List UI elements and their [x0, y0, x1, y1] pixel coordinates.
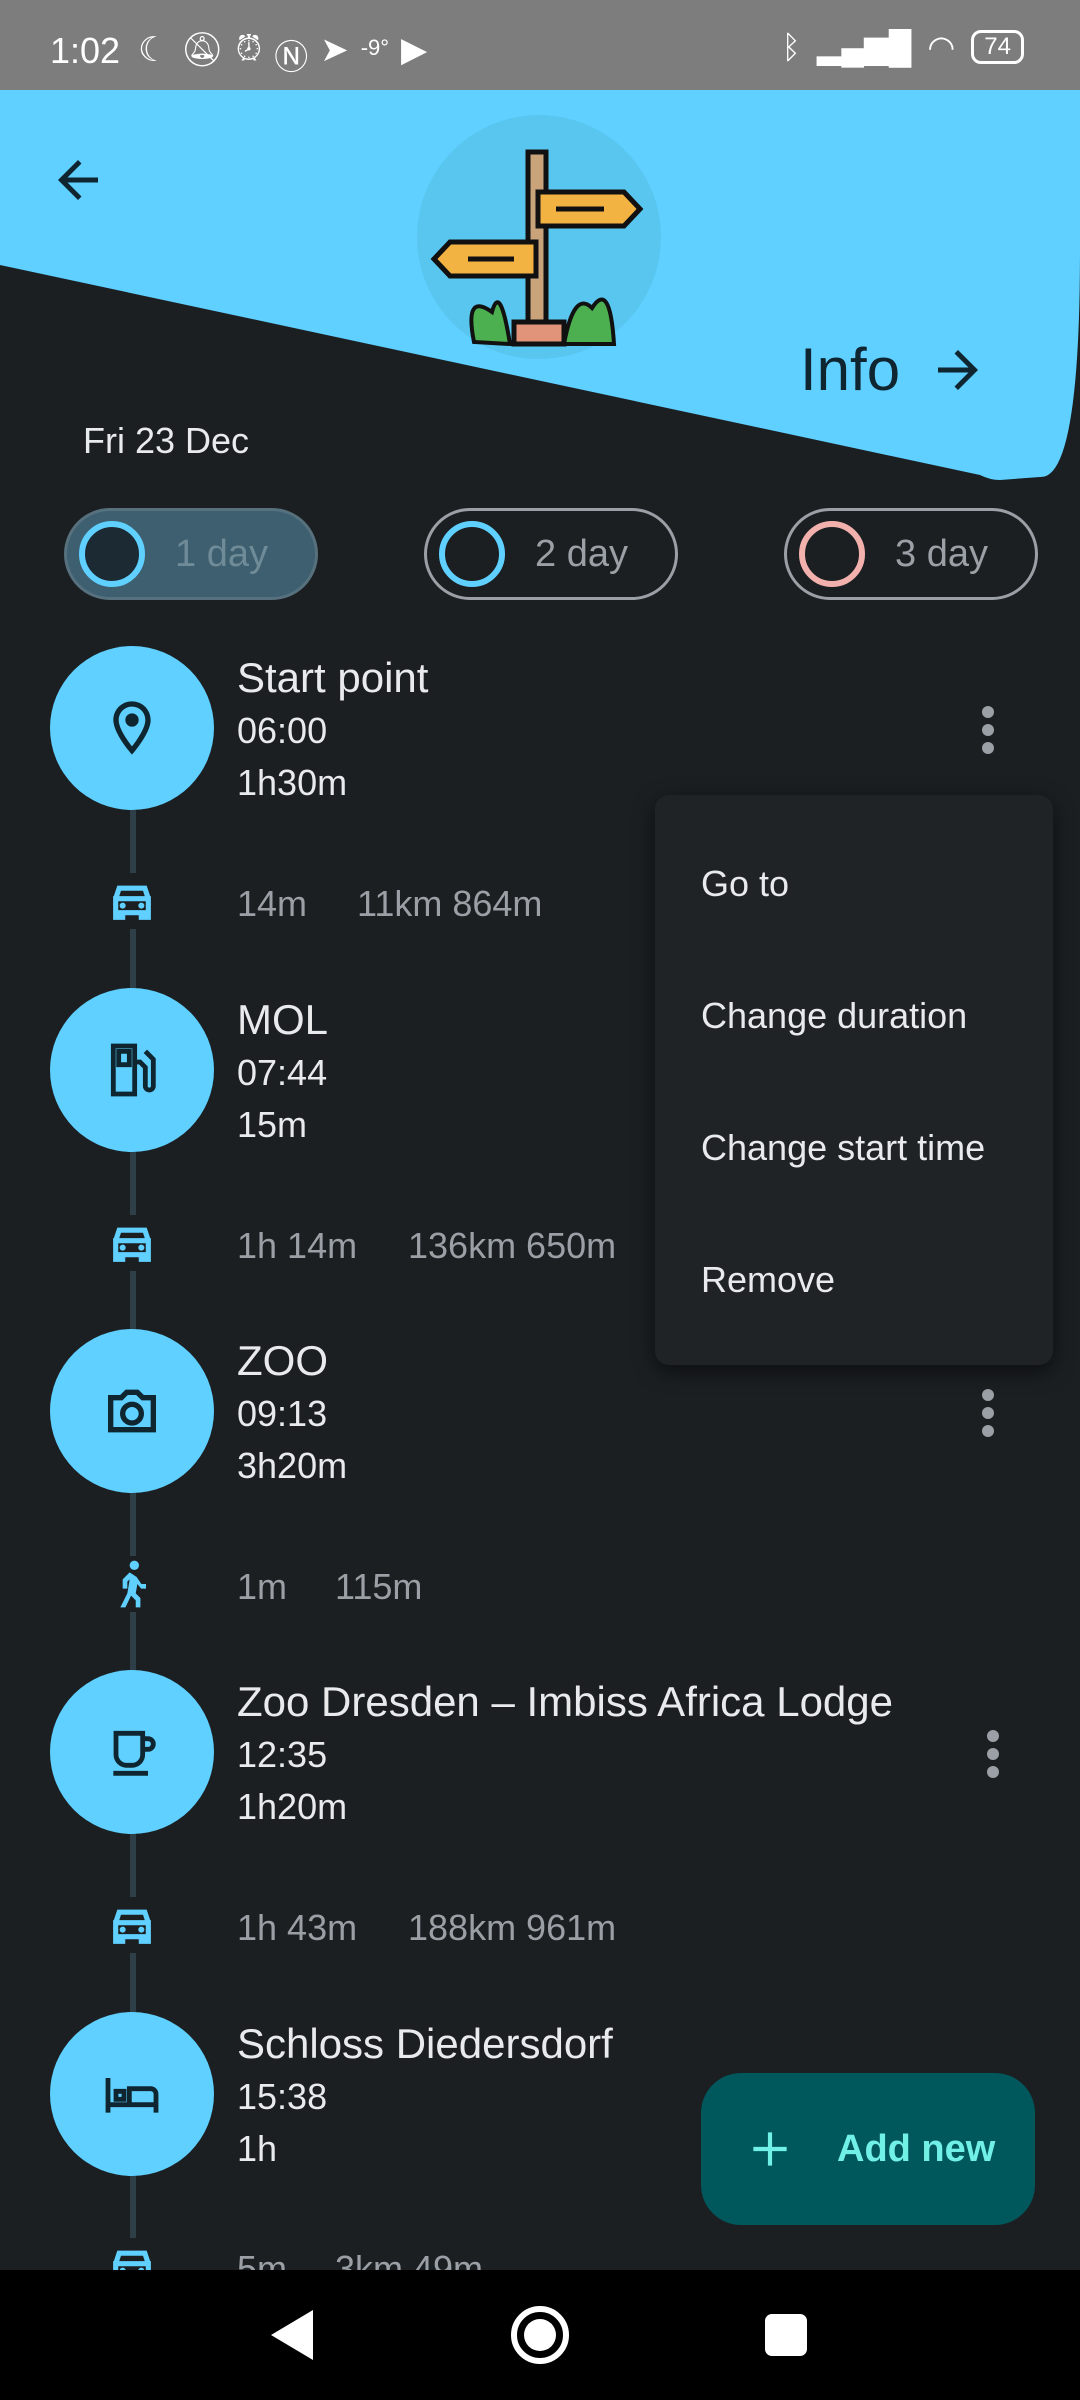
leg-duration: 5m [237, 2248, 288, 2270]
fuel-station-icon [110, 1043, 156, 1097]
square-recents-icon [765, 2314, 807, 2356]
stop-duration: 1h30m [237, 762, 348, 803]
stop-duration: 3h20m [237, 1445, 348, 1486]
camera-icon [108, 1389, 156, 1433]
travel-leg: 1m 115m [0, 1548, 1080, 1628]
leg-distance: 136km 650m [408, 1225, 617, 1266]
day-selector: 1 day 2 day 3 day [0, 508, 1080, 600]
day-ring-icon [439, 521, 505, 587]
stop-name: Schloss Diedersdorf [237, 2020, 613, 2067]
stop-name: ZOO [237, 1337, 328, 1384]
travel-leg: 1h 43m 188km 961m [0, 1889, 1080, 1969]
bluetooth-icon: ᛒ [781, 28, 801, 65]
status-right: ᛒ ▂▄▆█ ◠ 74 [782, 28, 1024, 66]
day-chip-1[interactable]: 1 day [64, 508, 318, 600]
day-chip-label: 3 day [895, 532, 988, 575]
menu-item-remove[interactable]: Remove [701, 1259, 835, 1301]
location-pin-icon [113, 701, 151, 755]
stop-name: Start point [237, 654, 429, 701]
stop-duration: 1h20m [237, 1786, 348, 1827]
stop-icon-circle [50, 1670, 214, 1834]
coffee-cup-icon [113, 1730, 156, 1776]
stop-time: 15:38 [237, 2076, 328, 2117]
more-options-icon[interactable] [968, 1383, 1008, 1443]
triangle-back-icon [271, 2310, 313, 2360]
arrow-right-icon [938, 349, 979, 390]
walk-icon [104, 1556, 160, 1612]
signal-icon: ▂▄▆█ [816, 29, 912, 65]
stop-options-menu: Go to Change duration Change start time … [655, 795, 1053, 1365]
back-arrow-icon[interactable] [48, 150, 108, 210]
battery-icon: 74 [971, 30, 1024, 64]
circle-home-icon [511, 2306, 569, 2364]
wifi-icon: ◠ [927, 29, 956, 65]
menu-item-change-start-time[interactable]: Change start time [701, 1127, 985, 1169]
day-ring-icon [799, 521, 865, 587]
stop-duration: 15m [237, 1104, 308, 1145]
bell-off-icon: 🔕︎ [180, 31, 224, 69]
leg-distance: 3km 49m [335, 2248, 484, 2270]
status-icons: ☾ 🔕︎ ⏰︎ Ⓝ ➤ -9° ▶ [138, 30, 427, 79]
stop-icon-circle [50, 646, 214, 810]
system-nav-bar [0, 2270, 1080, 2400]
status-time: 1:02 [50, 30, 121, 71]
add-new-label: Add new [837, 2127, 996, 2170]
nfc-icon: Ⓝ [274, 39, 309, 77]
leg-distance: 188km 961m [408, 1907, 617, 1948]
nav-recents-button[interactable] [716, 2270, 856, 2400]
youtube-icon: ▶ [401, 31, 428, 69]
leg-duration: 14m [237, 883, 308, 924]
moon-icon: ☾ [138, 31, 169, 69]
temperature-text: -9° [360, 35, 390, 60]
stop-icon-circle [50, 988, 214, 1152]
info-label: Info [800, 336, 901, 403]
bed-icon [105, 2078, 159, 2113]
travel-leg: 5m 3km 49m [0, 2230, 1080, 2270]
trip-date: Fri 23 Dec [83, 420, 250, 461]
stop-name: Zoo Dresden – Imbiss Africa Lodge [237, 1678, 894, 1725]
car-icon [104, 873, 160, 929]
stop-time: 06:00 [237, 710, 328, 751]
stop-duration: 1h [237, 2128, 278, 2169]
menu-item-change-duration[interactable]: Change duration [701, 995, 967, 1037]
car-icon [104, 2238, 160, 2270]
car-icon [104, 1897, 160, 1953]
stop-time: 09:13 [237, 1393, 328, 1434]
add-new-button[interactable]: Add new [701, 2073, 1035, 2225]
signpost-logo-icon [417, 115, 661, 359]
alarm-icon: ⏰︎ [235, 30, 263, 68]
leg-distance: 115m [335, 1566, 423, 1607]
stop-icon-circle [50, 2012, 214, 2176]
info-link[interactable]: Info [800, 335, 988, 404]
car-icon [104, 1215, 160, 1271]
plus-icon [753, 2132, 787, 2166]
day-chip-3[interactable]: 3 day [784, 508, 1038, 600]
more-options-icon[interactable] [973, 1724, 1013, 1784]
leg-distance: 11km 864m [357, 883, 543, 924]
day-chip-2[interactable]: 2 day [424, 508, 678, 600]
menu-item-go-to[interactable]: Go to [701, 863, 789, 905]
leg-duration: 1h 43m [237, 1907, 358, 1948]
nav-back-button[interactable] [222, 2270, 362, 2400]
day-ring-icon [79, 521, 145, 587]
leg-duration: 1h 14m [237, 1225, 358, 1266]
stop-item[interactable]: Zoo Dresden – Imbiss Africa Lodge 12:35 … [0, 1664, 1080, 1834]
stop-icon-circle [50, 1329, 214, 1493]
telegram-icon: ➤ [320, 31, 349, 69]
stop-name: MOL [237, 996, 329, 1043]
day-chip-label: 1 day [175, 532, 268, 575]
more-options-icon[interactable] [968, 700, 1008, 760]
leg-duration: 1m [237, 1566, 288, 1607]
day-chip-label: 2 day [535, 532, 628, 575]
nav-home-button[interactable] [470, 2270, 610, 2400]
stop-time: 07:44 [237, 1052, 328, 1093]
stop-time: 12:35 [237, 1734, 328, 1775]
status-bar: 1:02 ☾ 🔕︎ ⏰︎ Ⓝ ➤ -9° ▶ ᛒ ▂▄▆█ ◠ 74 [0, 0, 1080, 90]
stop-item[interactable]: Start point 06:00 1h30m [0, 640, 1080, 810]
header: Info Fri 23 Dec [0, 90, 1080, 490]
